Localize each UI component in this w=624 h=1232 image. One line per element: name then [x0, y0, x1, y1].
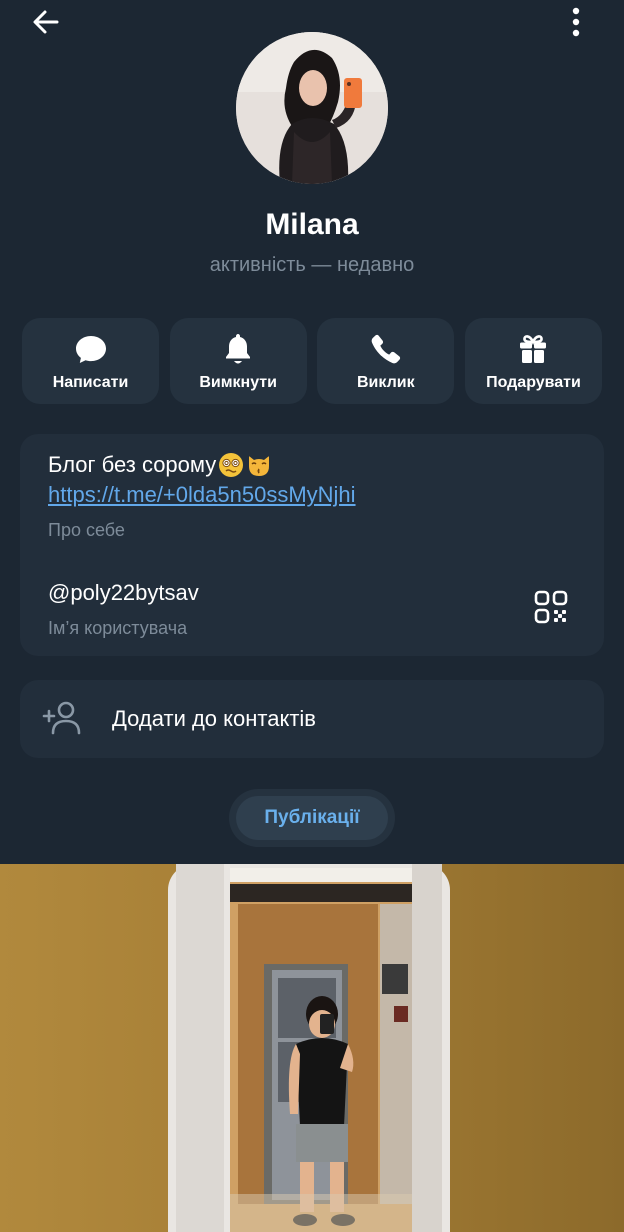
- add-user-icon: [42, 701, 81, 735]
- dizzy-face-emoji: [219, 453, 244, 477]
- bell-icon: [226, 334, 251, 364]
- avatar[interactable]: [236, 32, 388, 184]
- call-button-label: Виклик: [357, 374, 415, 391]
- profile-status: активність — недавно: [209, 254, 415, 276]
- mute-button-label: Вимкнути: [199, 374, 277, 391]
- avatar-photo: [236, 32, 388, 184]
- add-to-contacts-button[interactable]: Додати до контактів: [20, 680, 604, 758]
- bio-text: Блог без сорому: [48, 452, 272, 478]
- qr-code-icon: [534, 590, 568, 624]
- publication-media[interactable]: [0, 864, 624, 1232]
- action-buttons: Написати Вимкнути Виклик Подарувати: [22, 318, 602, 406]
- phone-icon: [371, 334, 400, 364]
- profile-name: Milana: [265, 208, 359, 241]
- more-button[interactable]: [558, 4, 594, 40]
- kissing-cat-emoji: [249, 456, 270, 476]
- tab-publications-label: Публікації: [264, 807, 360, 828]
- arrow-left-icon: [33, 10, 59, 34]
- add-to-contacts-label: Додати до контактів: [112, 706, 316, 731]
- bio-text-label: Блог без сорому: [48, 452, 217, 477]
- message-icon: [75, 336, 106, 363]
- message-button-label: Написати: [52, 374, 129, 391]
- gift-button-label: Подарувати: [486, 374, 581, 391]
- username-caption: Ім’я користувача: [48, 618, 188, 638]
- bio-link[interactable]: https://t.me/+0lda5n50ssMyNjhi: [48, 482, 356, 508]
- qr-code-button[interactable]: [534, 590, 568, 624]
- info-card: Блог без сорому https://t.me/+0lda5n50ss…: [20, 434, 604, 656]
- call-button[interactable]: Виклик: [317, 318, 455, 404]
- back-button[interactable]: [28, 4, 64, 40]
- message-button[interactable]: Написати: [22, 318, 159, 404]
- mute-button[interactable]: Вимкнути: [169, 318, 307, 404]
- gift-icon: [520, 335, 547, 363]
- publication-photo: [168, 864, 450, 1232]
- tab-publications[interactable]: Публікації: [236, 796, 388, 840]
- more-vertical-icon: [572, 7, 580, 37]
- gift-button[interactable]: Подарувати: [464, 318, 602, 404]
- bio-caption: Про себе: [48, 520, 125, 540]
- username[interactable]: @poly22bytsav: [48, 580, 199, 606]
